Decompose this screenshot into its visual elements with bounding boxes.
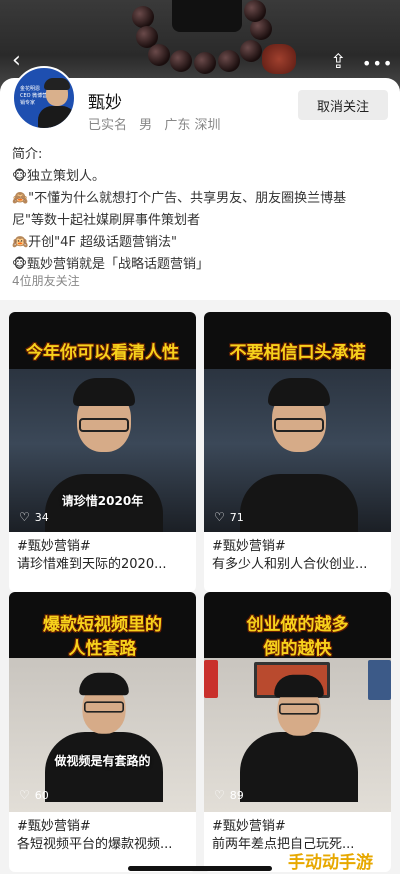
share-icon[interactable]: ⇪ — [330, 50, 347, 72]
video-thumbnail[interactable]: 爆款短视频里的 人性套路 做视频是有套路的 ♡ 60 — [9, 592, 196, 812]
video-title: 请珍惜难到天际的2020... — [17, 557, 167, 572]
video-card[interactable]: 创业做的越多 倒的越快 ♡ 89 #甄妙营销# 前两年差点把自己玩死... — [204, 592, 391, 872]
home-indicator — [128, 866, 272, 871]
video-title: 各短视频平台的爆款视频... — [17, 837, 173, 852]
video-top-caption: 倒的越快 — [263, 639, 332, 659]
video-top-caption: 今年你可以看清人性 — [26, 343, 179, 363]
bio-line: 🐵独立策划人。 — [12, 169, 106, 184]
back-icon[interactable]: ‹ — [12, 50, 21, 72]
like-count: ♡ 60 — [19, 788, 49, 802]
video-card[interactable]: 不要相信口头承诺 ♡ 71 #甄妙营销# 有多少人和别人合伙创业... — [204, 312, 391, 592]
video-sub-caption: 做视频是有套路的 — [54, 754, 151, 768]
unfollow-button[interactable]: 取消关注 — [298, 90, 388, 120]
like-value: 34 — [34, 510, 49, 524]
bio-line: 尼"等数十起社媒刷屏事件策划者 — [12, 213, 200, 228]
cover-phone — [172, 0, 242, 32]
like-count: ♡ 71 — [214, 510, 244, 524]
video-card[interactable]: 今年你可以看清人性 请珍惜2020年 ♡ 34 #甄妙营销# 请珍惜难到天际的2… — [9, 312, 196, 592]
video-top-caption: 不要相信口头承诺 — [229, 343, 366, 363]
profile-meta: 已实名 男 广东 深圳 — [88, 114, 228, 133]
like-value: 60 — [34, 788, 49, 802]
video-tag[interactable]: #甄妙营销# — [212, 538, 383, 556]
like-value: 89 — [229, 788, 244, 802]
profile-name: 甄妙 — [88, 93, 122, 113]
heart-icon: ♡ — [19, 788, 30, 802]
video-card[interactable]: 爆款短视频里的 人性套路 做视频是有套路的 ♡ 60 #甄妙营销# 各短视频平台… — [9, 592, 196, 872]
like-count: ♡ 34 — [19, 510, 49, 524]
watermark: 手动动手游 — [288, 853, 373, 873]
profile-card: 金花明恩CEO 微博营销专家 甄妙 已实名 男 广东 深圳 取消关注 简介: 🐵… — [0, 66, 400, 300]
location-label: 广东 深圳 — [164, 118, 221, 133]
heart-icon: ♡ — [214, 788, 225, 802]
bead-tassel — [262, 44, 296, 74]
avatar[interactable]: 金花明恩CEO 微博营销专家 — [12, 66, 76, 130]
video-thumbnail[interactable]: 创业做的越多 倒的越快 ♡ 89 — [204, 592, 391, 812]
video-top-caption: 爆款短视频里的 — [43, 615, 162, 635]
bio-line: 🙈"不懂为什么就想打个广告、共享男友、朋友圈换兰博基 — [12, 191, 347, 206]
video-tag[interactable]: #甄妙营销# — [212, 818, 383, 836]
video-tag[interactable]: #甄妙营销# — [17, 818, 188, 836]
video-top-caption: 人性套路 — [68, 639, 137, 659]
like-count: ♡ 89 — [214, 788, 244, 802]
more-icon[interactable]: ••• — [362, 53, 393, 75]
video-top-caption: 创业做的越多 — [246, 615, 349, 635]
heart-icon: ♡ — [19, 510, 30, 524]
profile-bio: 简介: 🐵独立策划人。 🙈"不懂为什么就想打个广告、共享男友、朋友圈换兰博基 尼… — [12, 144, 392, 276]
video-description: #甄妙营销# 请珍惜难到天际的2020... — [9, 532, 196, 592]
video-description: #甄妙营销# 有多少人和别人合伙创业... — [204, 532, 391, 592]
bio-line: 🙉开创"4F 超级话题营销法" — [12, 235, 178, 250]
verified-label: 已实名 — [88, 118, 128, 133]
video-title: 有多少人和别人合伙创业... — [212, 557, 368, 572]
video-tag[interactable]: #甄妙营销# — [17, 538, 188, 556]
video-description: #甄妙营销# 各短视频平台的爆款视频... — [9, 812, 196, 872]
video-sub-caption: 请珍惜2020年 — [61, 494, 144, 508]
video-thumbnail[interactable]: 今年你可以看清人性 请珍惜2020年 ♡ 34 — [9, 312, 196, 532]
like-value: 71 — [229, 510, 244, 524]
bio-title: 简介: — [12, 147, 43, 162]
heart-icon: ♡ — [214, 510, 225, 524]
friends-following[interactable]: 4位朋友关注 — [12, 272, 80, 289]
video-thumbnail[interactable]: 不要相信口头承诺 ♡ 71 — [204, 312, 391, 532]
gender-label: 男 — [139, 118, 153, 133]
